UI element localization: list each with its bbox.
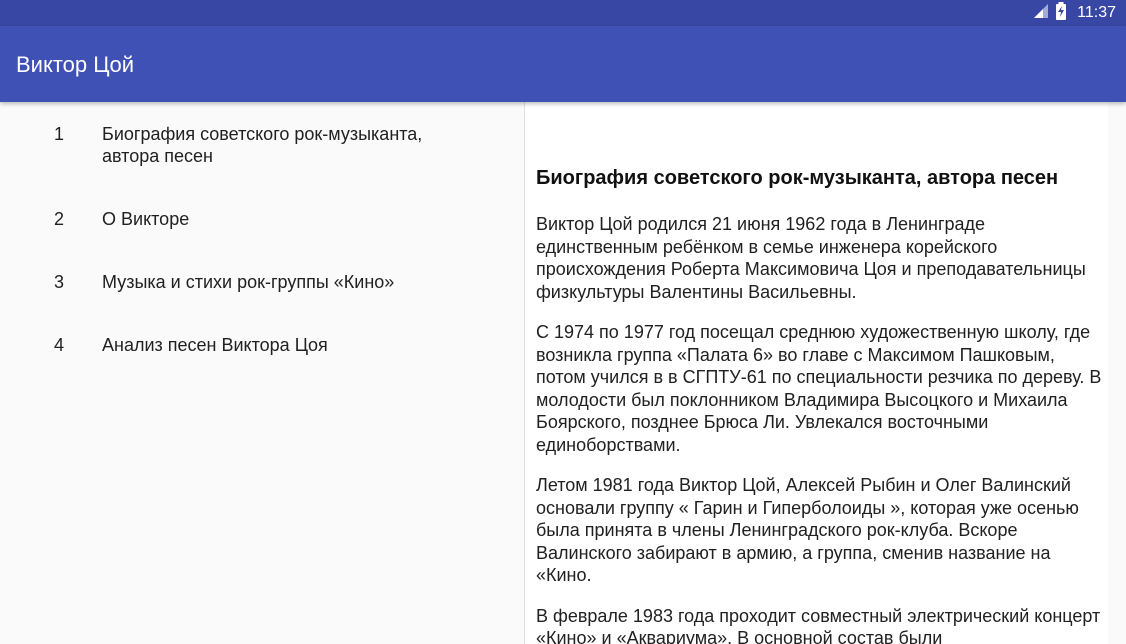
list-item-number: 4 xyxy=(54,335,65,355)
list-item-title: Анализ песен Виктора Цоя xyxy=(102,335,328,355)
list-item-title: Биография советского рок-музыканта, авто… xyxy=(102,124,423,166)
signal-icon xyxy=(1033,3,1049,24)
battery-charging-icon xyxy=(1055,1,1067,25)
status-bar: 11:37 xyxy=(0,0,1126,26)
app-title: Виктор Цой xyxy=(16,52,135,77)
detail-paragraph: Виктор Цой родился 21 июня 1962 года в Л… xyxy=(536,214,1086,302)
scroll-gutter xyxy=(1108,102,1126,644)
detail-heading: Биография советского рок-музыканта, авто… xyxy=(536,167,1059,189)
detail-paragraph: Летом 1981 года Виктор Цой, Алексей Рыби… xyxy=(536,475,1079,585)
list-item[interactable]: 4 Анализ песен Виктора Цоя xyxy=(0,334,524,374)
list-item-title: О Викторе xyxy=(102,209,190,229)
list-item[interactable]: 3 Музыка и стихи рок-группы «Кино» xyxy=(0,271,524,311)
list-item-number: 1 xyxy=(54,124,65,144)
list-item-title: Музыка и стихи рок-группы «Кино» xyxy=(102,272,395,292)
list-item[interactable]: 2 О Викторе xyxy=(0,208,524,248)
detail-paragraph: С 1974 по 1977 год посещал среднюю худож… xyxy=(536,322,1102,455)
detail-paragraph: В феврале 1983 года проходит совместный … xyxy=(536,605,1101,644)
list-item-number: 2 xyxy=(54,209,65,229)
chapter-list: 1 Биография советского рок-музыканта, ав… xyxy=(0,102,525,644)
status-time: 11:37 xyxy=(1077,4,1116,21)
app-bar: Виктор Цой xyxy=(0,26,1126,102)
detail-body: Виктор Цой родился 21 июня 1962 года в Л… xyxy=(536,213,1102,644)
list-item[interactable]: 1 Биография советского рок-музыканта, ав… xyxy=(0,123,524,183)
list-item-number: 3 xyxy=(54,272,65,292)
detail-pane[interactable]: Биография советского рок-музыканта, авто… xyxy=(525,102,1108,644)
status-icons: 11:37 xyxy=(1033,0,1116,26)
